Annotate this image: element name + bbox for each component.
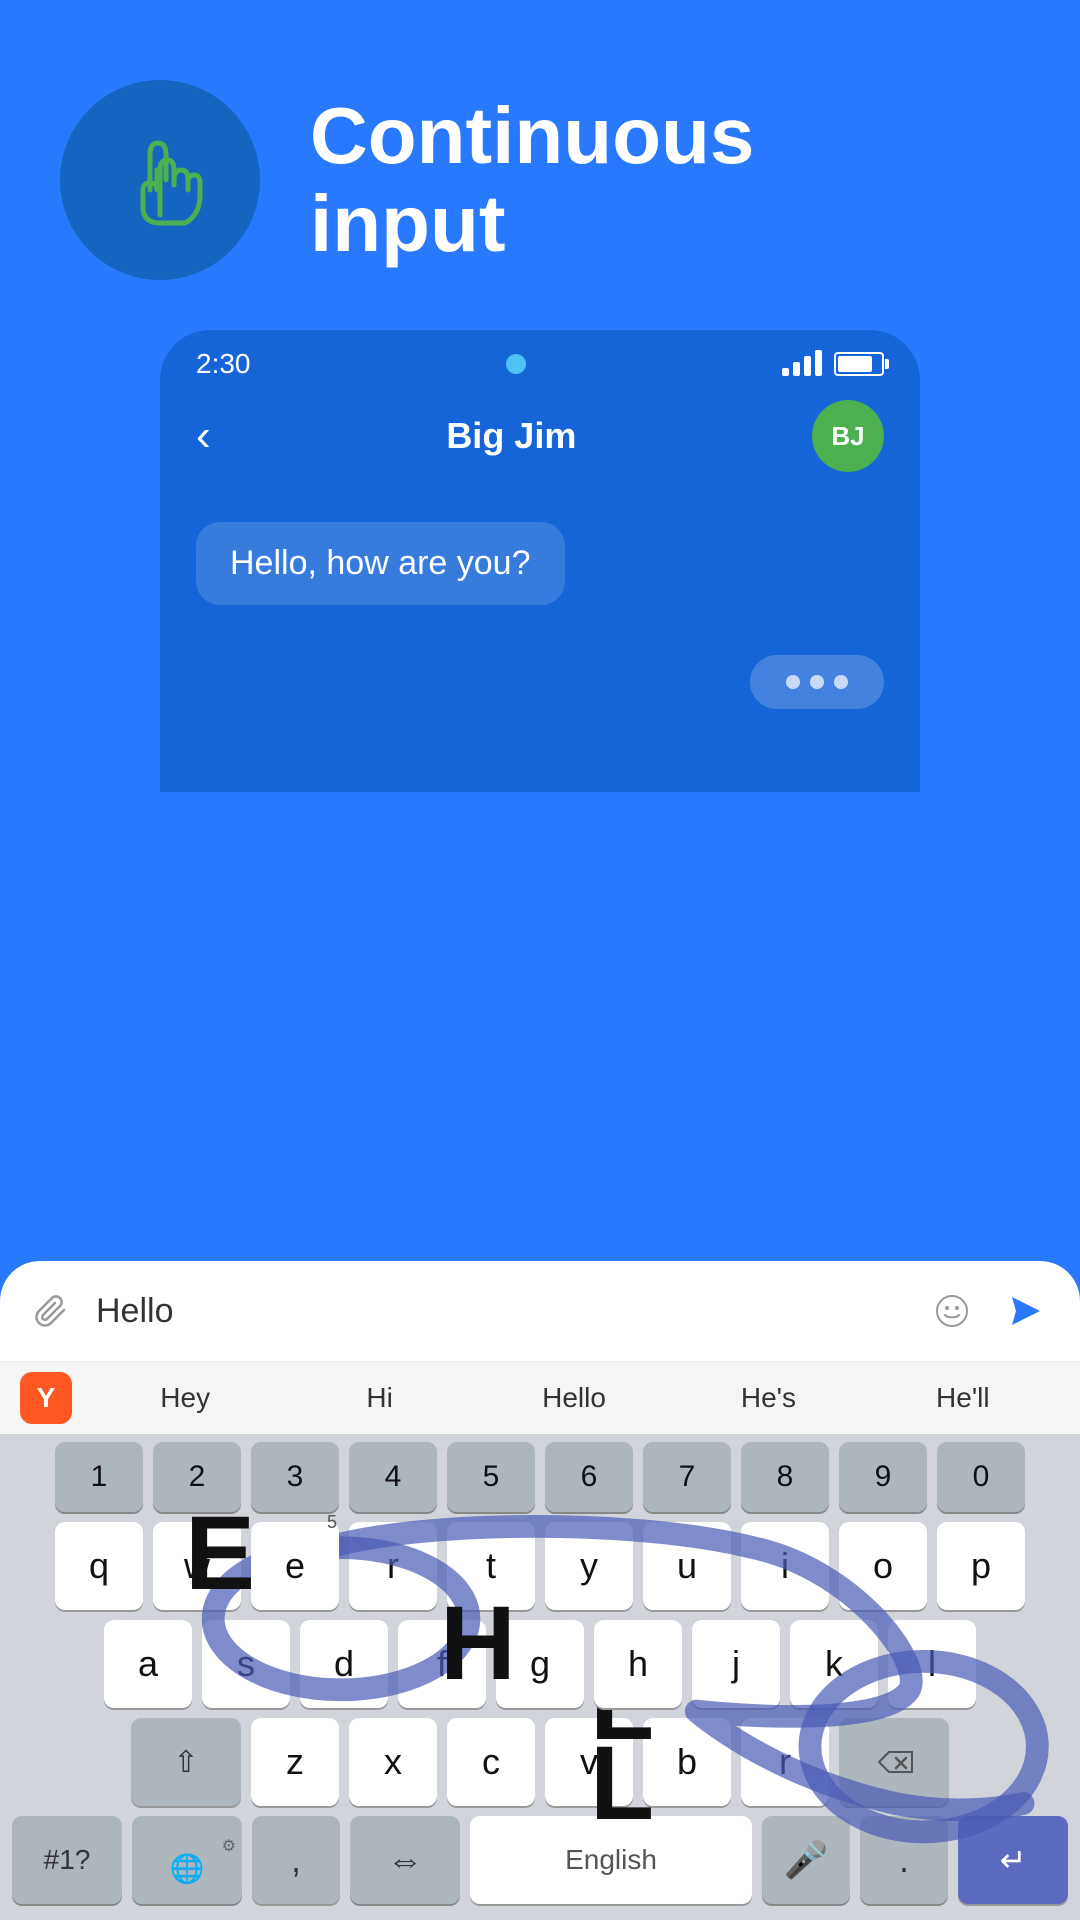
sym-key[interactable]: #1? [12, 1816, 122, 1904]
key-t[interactable]: t [447, 1522, 535, 1610]
key-y[interactable]: y [545, 1522, 633, 1610]
chat-contact-name: Big Jim [446, 415, 576, 457]
suggestion-hell[interactable]: He'll [866, 1374, 1060, 1422]
key-i[interactable]: i [741, 1522, 829, 1610]
received-message: Hello, how are you? [196, 522, 565, 605]
phone-mockup: 2:30 ‹ Big Jim BJ Hello, how are you? [160, 330, 920, 792]
key-9[interactable]: 9 [839, 1442, 927, 1512]
key-r[interactable]: r [349, 1522, 437, 1610]
mic-key[interactable]: 🎤 [762, 1816, 850, 1904]
chat-area: Hello, how are you? [160, 492, 920, 792]
key-s[interactable]: s [202, 1620, 290, 1708]
key-w[interactable]: w [153, 1522, 241, 1610]
key-k[interactable]: k [790, 1620, 878, 1708]
send-button[interactable] [996, 1281, 1056, 1341]
header-section: Continuous input [0, 0, 1080, 320]
yandex-logo: Y [20, 1372, 72, 1424]
key-8[interactable]: 8 [741, 1442, 829, 1512]
key-q[interactable]: q [55, 1522, 143, 1610]
key-2[interactable]: 2 [153, 1442, 241, 1512]
header-title: Continuous input [310, 92, 754, 268]
keyboard-container: Hello Y Hey Hi Hello He's He'll [0, 1261, 1080, 1920]
suggestion-hes[interactable]: He's [671, 1374, 865, 1422]
key-c[interactable]: c [447, 1718, 535, 1806]
key-7[interactable]: 7 [643, 1442, 731, 1512]
key-1[interactable]: 1 [55, 1442, 143, 1512]
attach-button[interactable] [24, 1283, 80, 1339]
chat-header: ‹ Big Jim BJ [160, 390, 920, 492]
emoji-button[interactable] [924, 1283, 980, 1339]
input-field[interactable]: Hello [96, 1292, 908, 1331]
status-center-dot [506, 354, 526, 374]
key-r2[interactable]: r [741, 1718, 829, 1806]
avatar: BJ [812, 400, 884, 472]
space-key[interactable]: English [470, 1816, 752, 1904]
key-v[interactable]: v [545, 1718, 633, 1806]
suggestion-hey[interactable]: Hey [88, 1374, 282, 1422]
gear-icon: ⚙ [222, 1836, 236, 1856]
globe-icon: 🌐 [170, 1852, 205, 1885]
key-d[interactable]: d [300, 1620, 388, 1708]
status-bar: 2:30 [160, 330, 920, 390]
hand-icon [95, 115, 225, 245]
key-row-1: q w e 5 r t y u i o p [12, 1522, 1068, 1610]
key-5[interactable]: 5 [447, 1442, 535, 1512]
backspace-key[interactable] [839, 1718, 949, 1806]
key-6[interactable]: 6 [545, 1442, 633, 1512]
back-button[interactable]: ‹ [196, 411, 211, 461]
key-o[interactable]: o [839, 1522, 927, 1610]
input-bar: Hello [0, 1261, 1080, 1362]
key-0[interactable]: 0 [937, 1442, 1025, 1512]
battery-icon [834, 352, 884, 376]
signal-icon [782, 352, 822, 376]
typing-dot-1 [786, 675, 800, 689]
key-g[interactable]: g [496, 1620, 584, 1708]
status-time: 2:30 [196, 348, 251, 380]
typing-dot-3 [834, 675, 848, 689]
shift-key[interactable]: ⇧ [131, 1718, 241, 1806]
key-3[interactable]: 3 [251, 1442, 339, 1512]
key-x[interactable]: x [349, 1718, 437, 1806]
key-b[interactable]: b [643, 1718, 731, 1806]
status-right [782, 352, 884, 376]
comma-key[interactable]: , [252, 1816, 340, 1904]
number-row: 1 2 3 4 5 6 7 8 9 0 [12, 1442, 1068, 1512]
enter-key[interactable]: ↵ [958, 1816, 1068, 1904]
cursor-move-key[interactable]: ⇔ [350, 1816, 460, 1904]
suggestions-bar: Y Hey Hi Hello He's He'll [0, 1362, 1080, 1434]
key-4[interactable]: 4 [349, 1442, 437, 1512]
hand-icon-container [60, 80, 260, 280]
suggestion-hello[interactable]: Hello [477, 1374, 671, 1422]
key-p[interactable]: p [937, 1522, 1025, 1610]
key-h[interactable]: h [594, 1620, 682, 1708]
key-row-2: a s d f g h j k l [12, 1620, 1068, 1708]
typing-indicator [750, 655, 884, 709]
key-l[interactable]: l [888, 1620, 976, 1708]
key-f[interactable]: f [398, 1620, 486, 1708]
typing-dot-2 [810, 675, 824, 689]
key-j[interactable]: j [692, 1620, 780, 1708]
bottom-row: #1? ⚙ 🌐 , ⇔ English 🎤 . ↵ [12, 1816, 1068, 1904]
key-z[interactable]: z [251, 1718, 339, 1806]
key-e[interactable]: e 5 [251, 1522, 339, 1610]
period-key[interactable]: . [860, 1816, 948, 1904]
key-a[interactable]: a [104, 1620, 192, 1708]
keys-area: 1 2 3 4 5 6 7 8 9 0 q w e 5 r t y u i o … [0, 1434, 1080, 1920]
suggestion-hi[interactable]: Hi [282, 1374, 476, 1422]
key-row-3: ⇧ z x c v b r [12, 1718, 1068, 1806]
key-u[interactable]: u [643, 1522, 731, 1610]
globe-key[interactable]: ⚙ 🌐 [132, 1816, 242, 1904]
